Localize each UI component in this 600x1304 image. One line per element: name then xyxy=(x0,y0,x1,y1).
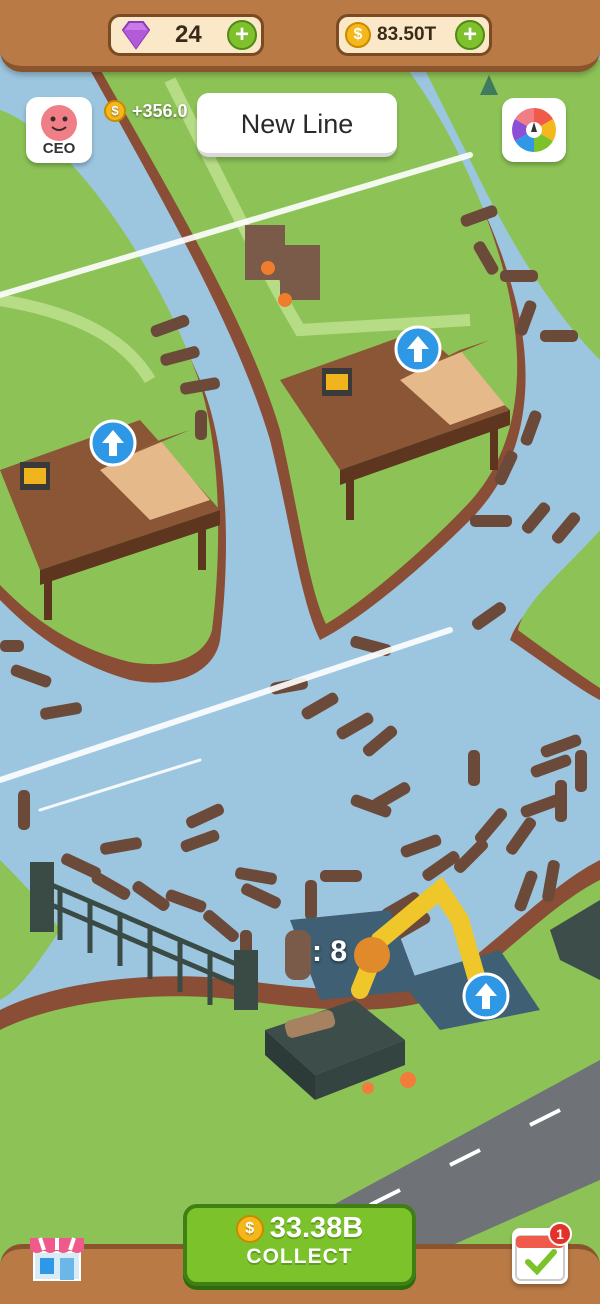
upgrade-arrow-crane xyxy=(462,972,510,1020)
coin-icon: $ xyxy=(235,1214,264,1243)
coins-value: 83.50T xyxy=(377,24,437,45)
flower xyxy=(362,1082,374,1094)
log-counter: : 8 xyxy=(312,935,348,968)
gem-icon xyxy=(121,21,151,50)
upgrade-arrow-middle-sawmill xyxy=(394,325,442,373)
add-gems-button[interactable]: + xyxy=(227,20,257,50)
spin-wheel-button[interactable] xyxy=(502,98,566,162)
daily-calendar-button[interactable]: 1 xyxy=(512,1222,572,1284)
notification-badge: 1 xyxy=(548,1222,572,1246)
flower xyxy=(400,1072,416,1088)
add-coins-button[interactable]: + xyxy=(455,20,485,50)
collect-label: COLLECT xyxy=(246,1245,353,1268)
new-line-button[interactable]: New Line xyxy=(197,93,397,157)
income-value: +356.0 xyxy=(132,100,188,121)
gems-counter: 24 + xyxy=(108,14,264,56)
collect-amount: 33.38B xyxy=(269,1212,364,1244)
ceo-label: CEO xyxy=(42,140,76,157)
collect-button[interactable]: $ 33.38B COLLECT xyxy=(183,1204,416,1286)
shop-icon xyxy=(30,1237,84,1281)
top-bar xyxy=(0,0,600,72)
coin-icon: $ xyxy=(104,100,126,122)
ceo-button[interactable]: CEO xyxy=(26,97,92,163)
shop-button[interactable] xyxy=(26,1226,88,1284)
gems-value: 24 xyxy=(175,21,202,48)
color-wheel-icon xyxy=(512,108,556,152)
collect-amount-row: $ 33.38B xyxy=(187,1212,412,1245)
game-world xyxy=(0,0,600,1299)
income-rate: $ +356.0 xyxy=(104,100,188,122)
coins-counter: $ 83.50T + xyxy=(336,14,492,56)
upgrade-arrow-left-sawmill xyxy=(89,419,137,467)
coin-icon: $ xyxy=(345,22,371,48)
